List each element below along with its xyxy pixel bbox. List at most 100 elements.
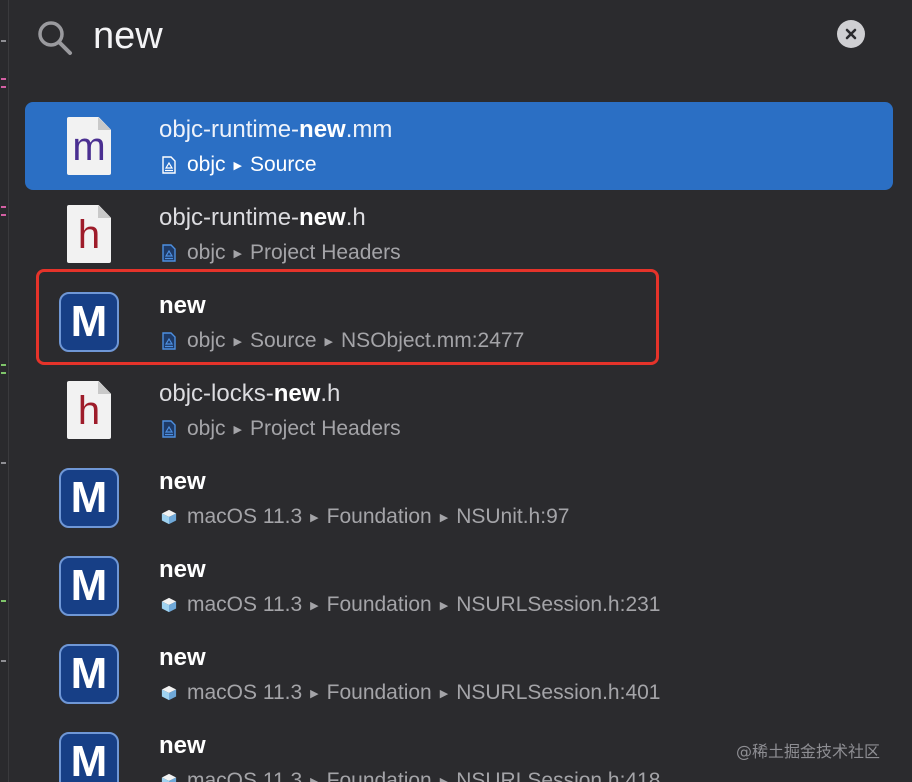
path-segment: Foundation bbox=[326, 681, 432, 704]
path-segment: macOS 11.3 bbox=[187, 593, 303, 616]
method-icon-letter: M bbox=[70, 561, 108, 610]
m-file-icon: m bbox=[67, 117, 111, 175]
path-segment: Project Headers bbox=[250, 241, 401, 264]
path-separator-icon: ▶ bbox=[233, 247, 242, 260]
clear-search-button[interactable] bbox=[837, 20, 865, 48]
title-prefix: objc-runtime- bbox=[159, 204, 300, 231]
title-match: new bbox=[159, 468, 206, 495]
path-segment: NSObject.mm:2477 bbox=[341, 329, 525, 352]
title-match: new bbox=[159, 556, 206, 583]
method-icon: M bbox=[59, 468, 119, 528]
path-segment: Source bbox=[250, 153, 317, 176]
path-segment: Foundation bbox=[326, 593, 432, 616]
path-separator-icon: ▶ bbox=[233, 159, 242, 172]
path-segment: objc bbox=[187, 417, 226, 440]
title-suffix: .h bbox=[345, 204, 366, 231]
project-doc-icon bbox=[162, 332, 176, 350]
path-segment: NSURLSession.h:401 bbox=[456, 681, 661, 704]
path-segment: Source bbox=[250, 329, 317, 352]
title-suffix: .mm bbox=[345, 116, 393, 143]
sdk-cube-icon bbox=[161, 509, 177, 525]
path-separator-icon: ▶ bbox=[439, 511, 449, 524]
open-quickly-panel: mobjc-runtime-new.mmobjc▶Sourcehobjc-run… bbox=[8, 0, 912, 782]
path-separator-icon: ▶ bbox=[310, 775, 319, 782]
result-path: macOS 11.3 ▶ Foundation ▶ NSURLSession.h:401 bbox=[161, 681, 661, 704]
path-separator-icon: ▶ bbox=[439, 775, 449, 782]
path-separator-icon: ▶ bbox=[439, 599, 449, 612]
results-list: m objc-runtime-new.mm objc ▶ Source h objc-run… bbox=[25, 102, 893, 782]
path-segment: objc bbox=[187, 153, 226, 176]
path-separator-icon: ▶ bbox=[310, 687, 319, 700]
path-segment: objc bbox=[187, 241, 226, 264]
path-separator-icon: ▶ bbox=[439, 687, 449, 700]
project-doc-icon bbox=[162, 420, 176, 438]
close-icon bbox=[845, 28, 857, 40]
project-doc-icon bbox=[162, 156, 176, 174]
title-match: new bbox=[273, 380, 321, 407]
method-icon: M bbox=[59, 292, 119, 352]
result-row[interactable]: h objc-locks-new.h objc ▶ Project Headers bbox=[25, 366, 893, 454]
file-icon-letter: m bbox=[72, 125, 106, 169]
h-file-icon: h bbox=[67, 381, 111, 439]
h-file-icon: h bbox=[67, 205, 111, 263]
result-title: new bbox=[159, 644, 206, 672]
result-title: new bbox=[159, 732, 206, 760]
title-match: new bbox=[159, 644, 206, 671]
title-match: new bbox=[299, 204, 346, 231]
result-title: new bbox=[159, 292, 206, 320]
path-segment: NSURLSession.h:231 bbox=[456, 593, 661, 616]
result-row[interactable]: Mnew macOS 11.3 ▶ Foundation ▶ NSURLSession.h… bbox=[25, 542, 893, 630]
title-prefix: objc-runtime- bbox=[159, 116, 300, 143]
result-path: macOS 11.3 ▶ Foundation ▶ NSURLSession.h:231 bbox=[161, 593, 661, 616]
result-path: objc ▶ Project Headers bbox=[161, 241, 401, 264]
path-separator-icon: ▶ bbox=[310, 511, 319, 524]
method-icon: M bbox=[59, 732, 119, 782]
search-input[interactable] bbox=[93, 10, 793, 62]
path-segment: macOS 11.3 bbox=[187, 505, 303, 528]
path-segment: Foundation bbox=[326, 769, 432, 782]
result-row[interactable]: m objc-runtime-new.mm objc ▶ Source bbox=[25, 102, 893, 190]
sdk-cube-icon bbox=[161, 597, 177, 613]
result-title: new bbox=[159, 556, 206, 584]
method-icon-letter: M bbox=[70, 473, 108, 522]
project-doc-icon bbox=[162, 244, 176, 262]
path-segment: Foundation bbox=[326, 505, 432, 528]
path-segment: Project Headers bbox=[250, 417, 401, 440]
title-suffix: .h bbox=[320, 380, 341, 407]
path-separator-icon: ▶ bbox=[233, 335, 242, 348]
method-icon-letter: M bbox=[70, 737, 108, 782]
sdk-cube-icon bbox=[161, 773, 177, 782]
result-row[interactable]: Mnew macOS 11.3 ▶ Foundation ▶ NSURLSession.h… bbox=[25, 630, 893, 718]
path-segment: NSURLSession.h:418 bbox=[456, 769, 661, 782]
path-segment: macOS 11.3 bbox=[187, 681, 303, 704]
path-segment: macOS 11.3 bbox=[187, 769, 303, 782]
result-title: objc-runtime-new.mm bbox=[159, 116, 392, 144]
method-icon: M bbox=[59, 644, 119, 704]
search-bar bbox=[9, 0, 912, 80]
title-match: new bbox=[159, 292, 206, 319]
path-separator-icon: ▶ bbox=[233, 423, 242, 436]
path-separator-icon: ▶ bbox=[324, 335, 334, 348]
result-row[interactable]: Mnew macOS 11.3 ▶ Foundation ▶ NSUnit.h:97 bbox=[25, 454, 893, 542]
result-title: new bbox=[159, 468, 206, 496]
result-path: macOS 11.3 ▶ Foundation ▶ NSUnit.h:97 bbox=[161, 505, 570, 528]
watermark: @稀土掘金技术社区 bbox=[736, 742, 881, 761]
title-match: new bbox=[299, 116, 346, 143]
method-icon: M bbox=[59, 556, 119, 616]
file-icon-letter: h bbox=[77, 389, 101, 433]
result-path: objc ▶ Project Headers bbox=[161, 417, 401, 440]
result-title: objc-locks-new.h bbox=[159, 380, 340, 408]
editor-gutter-edge bbox=[0, 0, 8, 782]
sdk-cube-icon bbox=[161, 685, 177, 701]
result-row[interactable]: h objc-runtime-new.h objc ▶ Project Headers bbox=[25, 190, 893, 278]
result-row[interactable]: Mnew objc ▶ Source ▶ NSObject.mm:2477 bbox=[25, 269, 893, 366]
path-segment: objc bbox=[187, 329, 226, 352]
path-separator-icon: ▶ bbox=[310, 599, 319, 612]
result-path: macOS 11.3 ▶ Foundation ▶ NSURLSession.h:418 bbox=[161, 769, 661, 782]
method-icon-letter: M bbox=[70, 297, 108, 346]
search-icon bbox=[38, 21, 72, 55]
path-segment: NSUnit.h:97 bbox=[456, 505, 570, 528]
result-path: objc ▶ Source ▶ NSObject.mm:2477 bbox=[161, 329, 525, 352]
result-path: objc ▶ Source bbox=[161, 153, 317, 176]
file-icon-letter: h bbox=[77, 213, 101, 257]
